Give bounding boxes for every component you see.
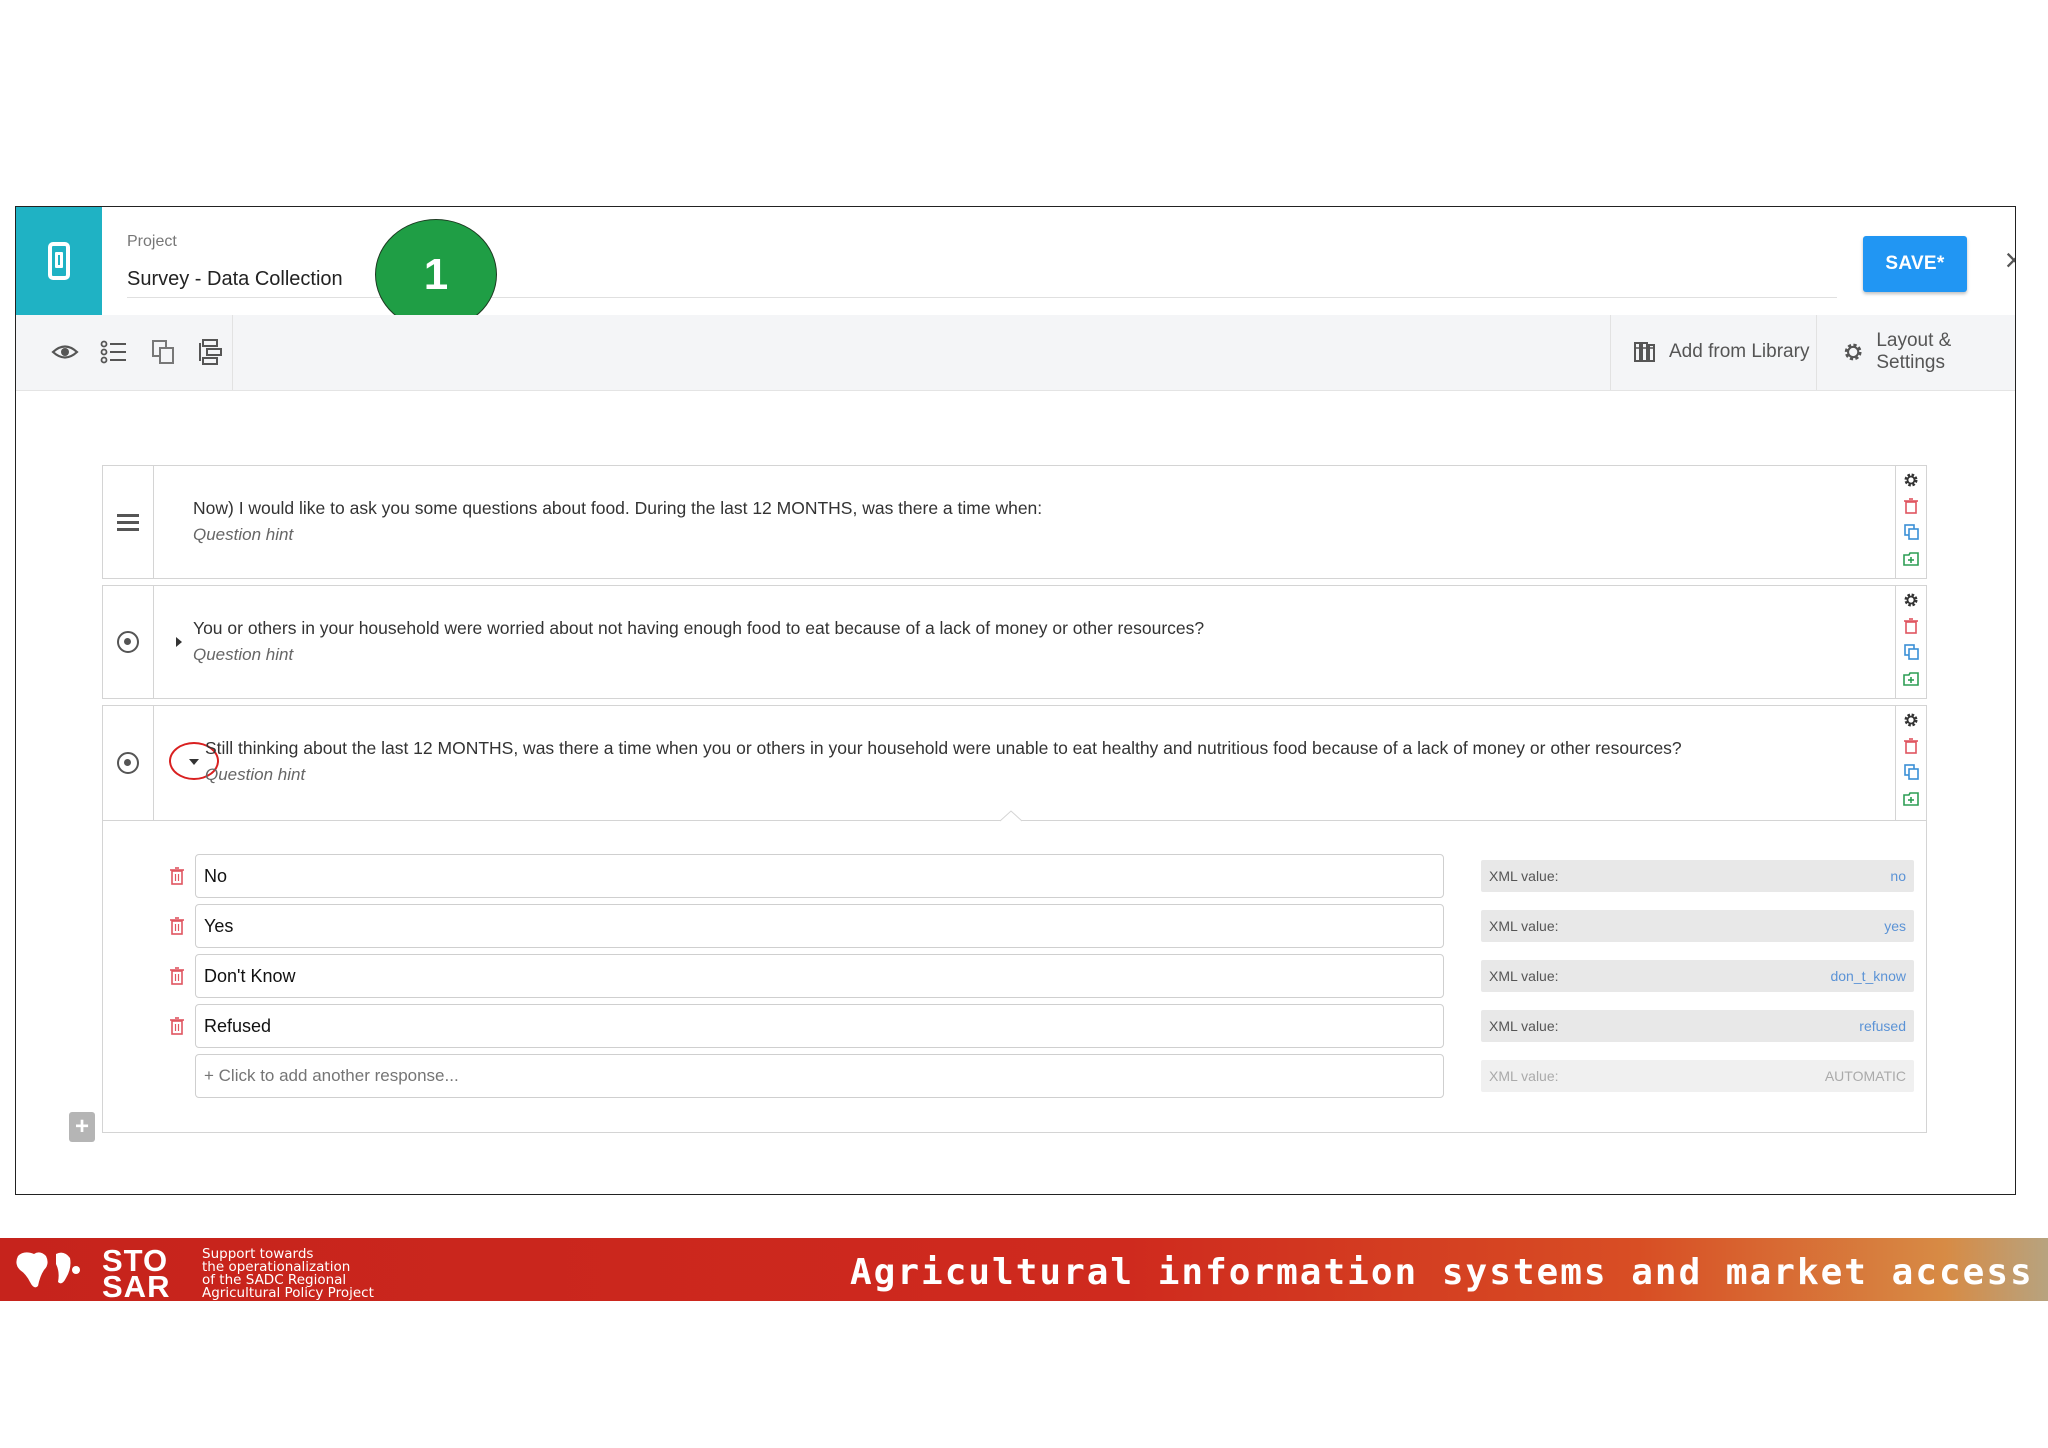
panel-pointer	[1000, 810, 1022, 822]
response-row: XML value: yes	[169, 904, 1914, 948]
add-response-input[interactable]	[195, 1054, 1444, 1098]
stosar-logo-text: STO SAR	[102, 1245, 171, 1304]
add-from-library-button[interactable]: Add from Library	[1633, 335, 1809, 369]
form-structure-icon[interactable]	[197, 337, 227, 367]
trash-icon[interactable]	[169, 866, 185, 886]
xml-value-field[interactable]: XML value: no	[1481, 860, 1914, 892]
question-hint[interactable]: Question hint	[193, 645, 293, 665]
xml-value: AUTOMATIC	[1824, 1068, 1906, 1084]
duplicate-icon[interactable]	[1902, 523, 1920, 541]
response-label-input[interactable]	[195, 954, 1444, 998]
duplicate-icon[interactable]	[1902, 763, 1920, 781]
xml-value-field[interactable]: XML value: yes	[1481, 910, 1914, 942]
xml-value-label: XML value:	[1489, 918, 1559, 934]
xml-value-label: XML value:	[1489, 868, 1559, 884]
footer-banner: STO SAR Support towards the operationali…	[0, 1238, 2048, 1304]
question-card[interactable]: You or others in your household were wor…	[102, 585, 1927, 699]
question-label[interactable]: Still thinking about the last 12 MONTHS,…	[205, 738, 1682, 759]
layout-settings-button[interactable]: Layout & Settings	[1842, 330, 2015, 373]
question-actions	[1895, 586, 1926, 698]
response-label-input[interactable]	[195, 1004, 1444, 1048]
response-label-input[interactable]	[195, 904, 1444, 948]
stosar-subtitle: Support towards the operationalization o…	[202, 1247, 374, 1301]
layout-settings-label: Layout & Settings	[1876, 330, 1952, 373]
question-list-icon[interactable]	[99, 337, 129, 367]
question-label[interactable]: You or others in your household were wor…	[193, 618, 1204, 639]
response-row: XML value: don_t_know	[169, 954, 1914, 998]
question-label[interactable]: Now) I would like to ask you some questi…	[193, 498, 1042, 519]
question-actions	[1895, 466, 1926, 578]
question-type-column	[103, 706, 154, 820]
save-button[interactable]: SAVE*	[1863, 236, 1967, 292]
add-from-library-label: Add from Library	[1669, 341, 1810, 362]
hamburger-icon[interactable]	[117, 510, 139, 535]
question-card-expanded[interactable]: Still thinking about the last 12 MONTHS,…	[102, 705, 1927, 1133]
add-to-library-icon[interactable]	[1902, 550, 1920, 568]
step-number-badge: 1	[375, 219, 497, 330]
library-icon	[1634, 342, 1655, 362]
close-icon[interactable]: ×	[2001, 244, 2015, 276]
mobile-phone-icon	[48, 242, 70, 280]
app-logo-tile	[16, 207, 102, 315]
trash-icon[interactable]	[169, 966, 185, 986]
copy-icon[interactable]	[148, 337, 178, 367]
logo-line: SAR	[102, 1269, 171, 1304]
xml-value: don_t_know	[1830, 968, 1906, 984]
eye-icon[interactable]	[50, 337, 80, 367]
xml-value-label: XML value:	[1489, 1018, 1559, 1034]
xml-value-label: XML value:	[1489, 1068, 1559, 1084]
radio-question-icon	[117, 631, 139, 653]
toolbar-divider	[232, 315, 233, 390]
xml-value: yes	[1884, 918, 1906, 934]
radio-question-icon	[117, 752, 139, 774]
question-type-column	[103, 466, 154, 578]
trash-icon[interactable]	[169, 1016, 185, 1036]
question-actions	[1895, 706, 1926, 820]
app-window: Project 1 SAVE* ×	[15, 206, 2016, 1195]
trash-icon[interactable]	[1902, 497, 1920, 515]
caret-right-icon[interactable]	[175, 636, 183, 648]
gear-icon[interactable]	[1902, 591, 1920, 609]
xml-value-label: XML value:	[1489, 968, 1559, 984]
caret-down-icon[interactable]	[188, 758, 200, 766]
trash-icon[interactable]	[1902, 737, 1920, 755]
add-to-library-icon[interactable]	[1902, 670, 1920, 688]
trash-icon[interactable]	[1902, 617, 1920, 635]
app-header: Project 1 SAVE* ×	[16, 207, 2015, 330]
xml-value: refused	[1859, 1018, 1906, 1034]
gear-icon[interactable]	[1902, 711, 1920, 729]
toolbar-divider	[1610, 315, 1611, 390]
question-card[interactable]: Now) I would like to ask you some questi…	[102, 465, 1927, 579]
project-label: Project	[127, 233, 177, 250]
response-row: XML value: refused	[169, 1004, 1914, 1048]
banner-tagline: Agricultural information systems and mar…	[850, 1252, 2034, 1293]
add-question-button[interactable]: +	[69, 1112, 95, 1142]
add-to-library-icon[interactable]	[1902, 790, 1920, 808]
gear-icon[interactable]	[1902, 471, 1920, 489]
trash-icon[interactable]	[169, 916, 185, 936]
editor-toolbar: Add from Library Layout & Settings	[16, 315, 2015, 391]
africa-map-logo-icon	[16, 1252, 80, 1288]
toolbar-divider	[1816, 315, 1817, 390]
add-response-row: XML value: AUTOMATIC	[169, 1054, 1914, 1098]
question-hint[interactable]: Question hint	[193, 525, 293, 545]
question-hint[interactable]: Question hint	[205, 765, 305, 785]
question-type-column	[103, 586, 154, 698]
response-label-input[interactable]	[195, 854, 1444, 898]
xml-value-field: XML value: AUTOMATIC	[1481, 1060, 1914, 1092]
gear-icon	[1844, 343, 1862, 361]
xml-value-field[interactable]: XML value: refused	[1481, 1010, 1914, 1042]
xml-value-field[interactable]: XML value: don_t_know	[1481, 960, 1914, 992]
xml-value: no	[1890, 868, 1906, 884]
subtitle-line: Agricultural Policy Project	[202, 1285, 374, 1301]
response-row: XML value: no	[169, 854, 1914, 898]
duplicate-icon[interactable]	[1902, 643, 1920, 661]
